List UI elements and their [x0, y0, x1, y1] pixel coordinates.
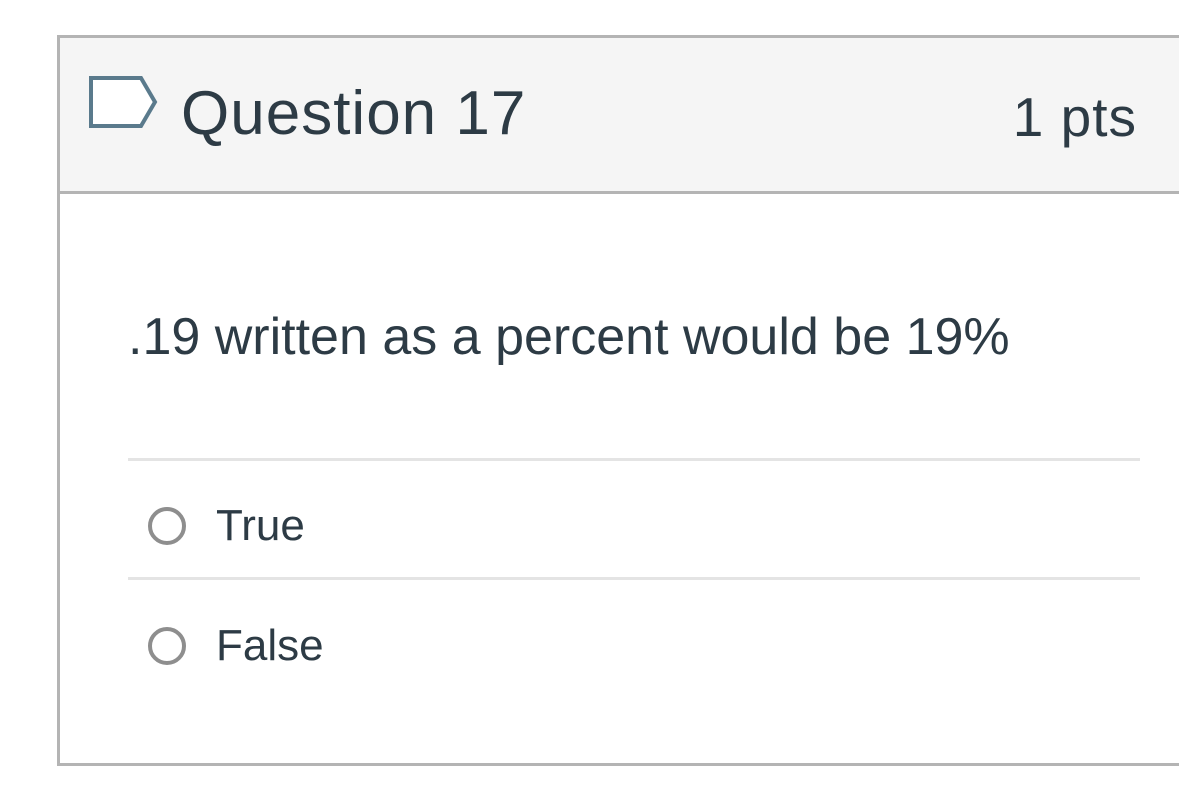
answer-label-true: True: [216, 501, 305, 550]
question-text: .19 written as a percent would be 19%: [128, 308, 1010, 366]
question-card: Question 17 1 pts .19 written as a perce…: [57, 35, 1179, 766]
answer-divider: [128, 577, 1140, 580]
question-points: 1 pts: [1012, 86, 1137, 148]
question-title: Question 17: [181, 79, 527, 148]
answer-option-false[interactable]: False: [148, 616, 324, 676]
radio-button-true[interactable]: [148, 507, 186, 545]
question-header: Question 17 1 pts: [60, 38, 1179, 194]
answer-divider: [128, 458, 1140, 461]
answer-label-false: False: [216, 621, 324, 670]
flag-icon-graphic: [89, 76, 158, 128]
radio-button-false[interactable]: [148, 627, 186, 665]
answer-option-true[interactable]: True: [148, 496, 305, 556]
flag-question-icon[interactable]: [87, 72, 159, 132]
